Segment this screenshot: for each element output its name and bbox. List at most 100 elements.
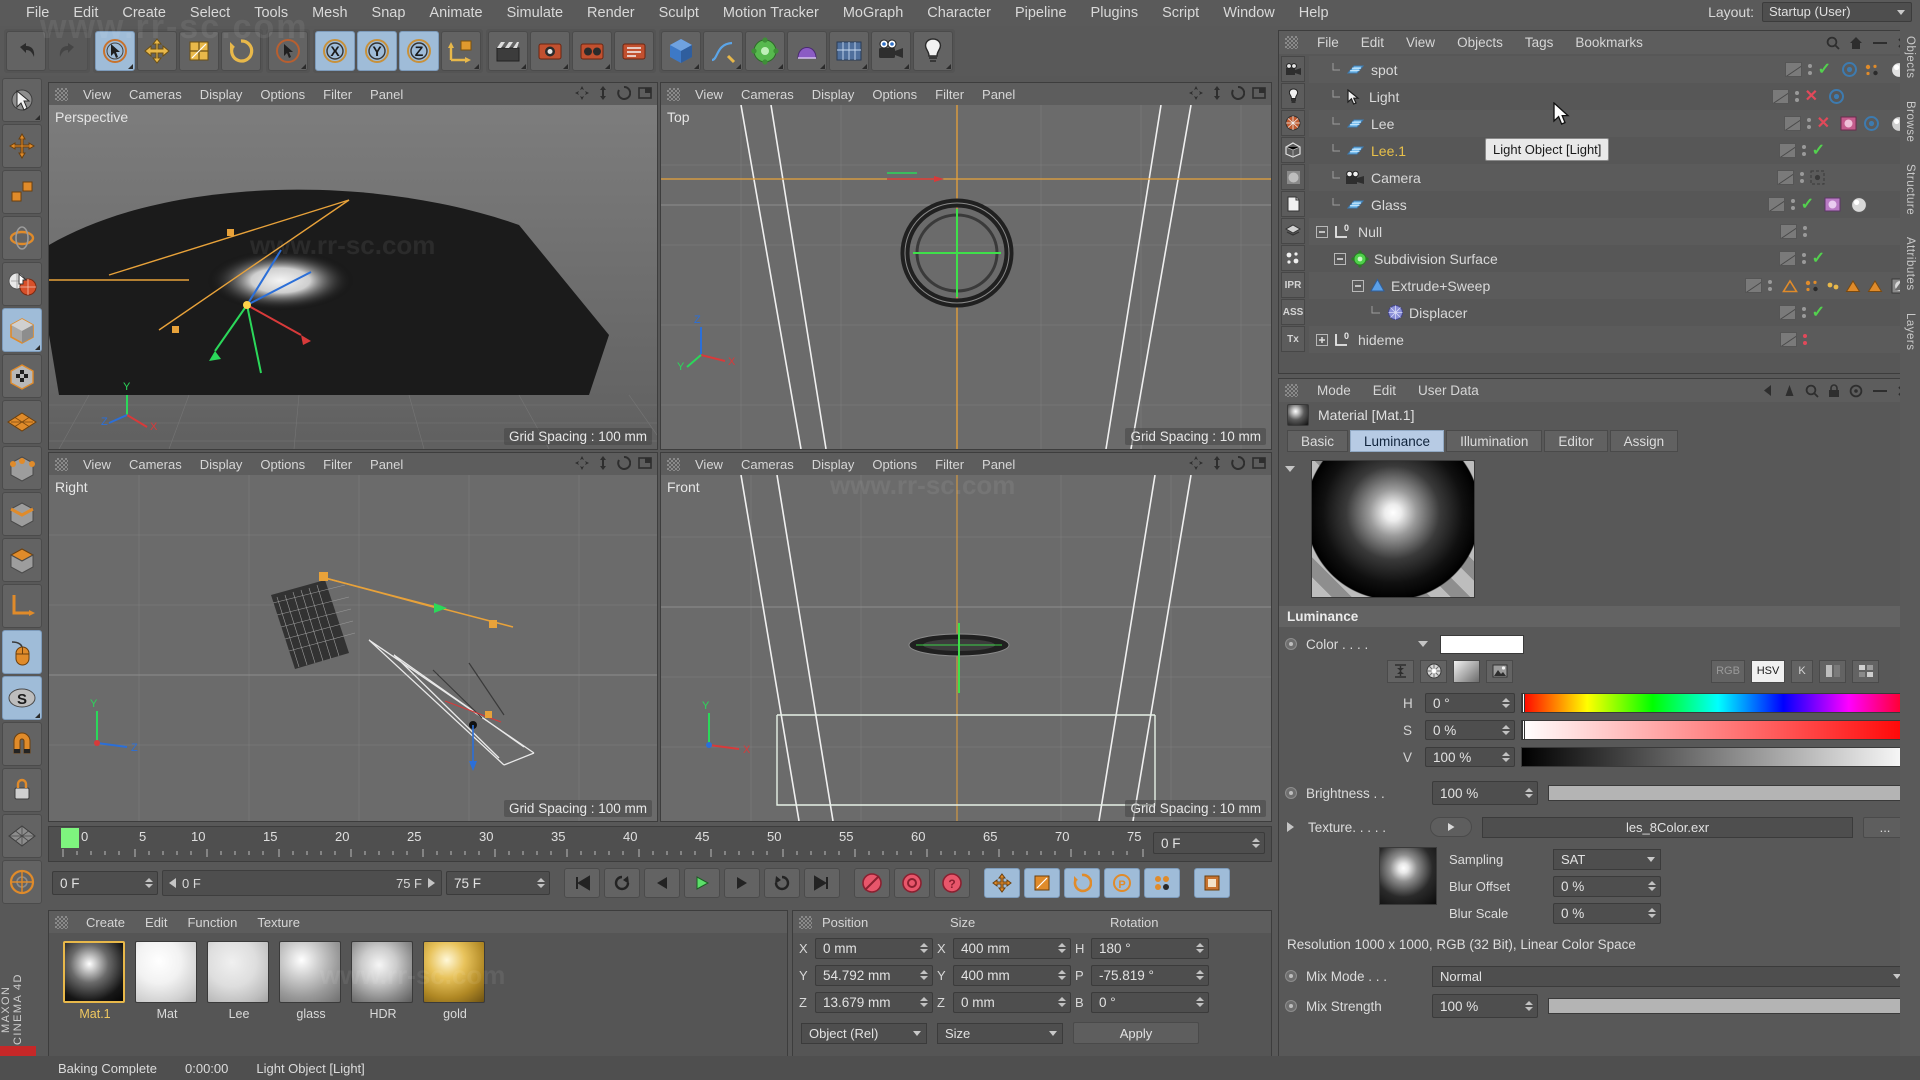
spinner-icon[interactable] (1196, 997, 1204, 1007)
material-menu-edit[interactable]: Edit (135, 915, 177, 930)
dot-tag-icon[interactable] (1826, 279, 1839, 292)
axis-y-icon[interactable]: Y (357, 31, 397, 71)
deformer-icon[interactable] (787, 31, 827, 71)
particle-icon[interactable] (1281, 245, 1305, 271)
object-row-light[interactable]: Light ✕ (1309, 83, 1913, 110)
layer-tag-icon[interactable] (1745, 278, 1762, 293)
panel-grip-icon[interactable] (799, 915, 812, 929)
vp-menu-display[interactable]: Display (803, 87, 864, 102)
vp-menu-options[interactable]: Options (863, 457, 926, 472)
attributes-menu-edit[interactable]: Edit (1362, 383, 1407, 398)
make-editable-icon[interactable] (2, 262, 42, 306)
texture-play-icon[interactable] (1430, 817, 1472, 837)
vp-menu-cameras[interactable]: Cameras (120, 87, 191, 102)
hue-field[interactable]: 0 ° (1425, 693, 1515, 713)
spinner-icon[interactable] (145, 878, 153, 888)
vp-menu-view[interactable]: View (74, 457, 120, 472)
edge-mode-icon[interactable] (2, 492, 42, 536)
search-icon[interactable] (1826, 36, 1840, 50)
light-icon[interactable] (913, 31, 953, 71)
panel-grip-icon[interactable] (1285, 36, 1298, 49)
scene-environment-icon[interactable] (829, 31, 869, 71)
vp-menu-cameras[interactable]: Cameras (732, 87, 803, 102)
target-tag-icon[interactable] (1828, 88, 1845, 105)
move-tool-icon[interactable] (2, 124, 42, 168)
vp-menu-filter[interactable]: Filter (314, 87, 361, 102)
mouse-icon[interactable] (2, 630, 42, 674)
attributes-menu-user-data[interactable]: User Data (1407, 383, 1490, 398)
mix-strength-field[interactable]: 100 % (1432, 994, 1538, 1018)
frame-end-field[interactable]: 75 F (446, 871, 550, 895)
material-tag-icon[interactable] (1840, 116, 1857, 131)
point-mode-icon[interactable] (2, 446, 42, 490)
layer-tag-icon[interactable] (1783, 116, 1801, 131)
move-icon[interactable] (137, 31, 177, 71)
object-menu-edit[interactable]: Edit (1350, 35, 1395, 50)
model-mode-icon[interactable] (2, 308, 42, 352)
attributes-menu-mode[interactable]: Mode (1306, 383, 1362, 398)
go-to-end-icon[interactable] (804, 868, 840, 898)
viewport-top[interactable]: View Cameras Display Options Filter Pane… (660, 82, 1272, 450)
color-expand-icon[interactable] (1418, 641, 1428, 647)
menu-item-tools[interactable]: Tools (242, 0, 300, 26)
eyedropper-range-icon[interactable] (1387, 659, 1414, 683)
layout-dropdown[interactable]: Startup (User) (1762, 2, 1912, 22)
menu-item-render[interactable]: Render (575, 0, 647, 26)
object-tree[interactable]: spot ✓ Light ✕ Lee ✕ Lee.1 ✓ Camera Glas… (1309, 56, 1913, 371)
material-menu-create[interactable]: Create (76, 915, 135, 930)
disable-x-icon[interactable]: ✕ (1805, 88, 1818, 105)
play-backwards-loop-icon[interactable] (604, 868, 640, 898)
vp-menu-view[interactable]: View (74, 87, 120, 102)
object-row-hideme[interactable]: 0 hideme (1309, 326, 1913, 353)
object-menu-file[interactable]: File (1306, 35, 1350, 50)
menu-item-motion-tracker[interactable]: Motion Tracker (711, 0, 831, 26)
layer-tag-icon[interactable] (1778, 251, 1796, 266)
position-x-field[interactable]: 0 mm (815, 937, 933, 959)
blur-scale-field[interactable]: 0 % (1553, 902, 1661, 924)
environment-icon[interactable] (1281, 137, 1305, 163)
menu-item-plugins[interactable]: Plugins (1079, 0, 1151, 26)
workplane-lock-icon[interactable] (2, 768, 42, 812)
sampling-dropdown[interactable]: SAT (1553, 848, 1661, 870)
object-row-spot[interactable]: spot ✓ (1309, 56, 1913, 83)
axis-x-icon[interactable]: X (315, 31, 355, 71)
timeline-icon[interactable] (1194, 868, 1230, 898)
tab-basic[interactable]: Basic (1287, 430, 1349, 452)
visibility-dots-icon[interactable] (1803, 226, 1807, 237)
timeline-current-frame-marker[interactable] (61, 828, 79, 848)
layer-tag-icon[interactable] (1778, 305, 1796, 320)
spinner-icon[interactable] (1502, 725, 1510, 735)
spinner-icon[interactable] (920, 970, 928, 980)
minimize-icon[interactable] (1872, 37, 1888, 49)
vp-menu-filter[interactable]: Filter (926, 457, 973, 472)
saturation-gradient-slider[interactable] (1521, 720, 1915, 740)
spinner-icon[interactable] (1648, 881, 1656, 891)
viewport-front-canvas[interactable]: Y X Front Grid Spacing : 10 mm (661, 474, 1271, 821)
saturation-slider-handle[interactable] (1522, 720, 1525, 740)
menu-item-character[interactable]: Character (915, 0, 1003, 26)
cube-primitive-icon[interactable] (661, 31, 701, 71)
rotation-key-icon[interactable] (1064, 868, 1100, 898)
polygon-face-mode-icon[interactable] (2, 538, 42, 582)
color-enable-radio[interactable] (1285, 638, 1297, 650)
spinner-icon[interactable] (1525, 788, 1533, 798)
search-icon[interactable] (1805, 384, 1819, 398)
timeline-frame-field[interactable]: 0 F (1153, 832, 1265, 854)
object-row-subdivision-surface[interactable]: Subdivision Surface ✓ (1309, 245, 1913, 272)
home-icon[interactable] (1849, 36, 1863, 50)
texture-expand-icon[interactable] (1287, 822, 1294, 832)
rail-tab-browse[interactable]: Browse (1904, 101, 1916, 142)
material-swatch-mat[interactable]: Mat (135, 941, 199, 1021)
panel-grip-icon[interactable] (1285, 384, 1298, 397)
world-axis-icon[interactable] (441, 31, 481, 71)
blur-offset-field[interactable]: 0 % (1553, 875, 1661, 897)
file-icon[interactable] (1281, 191, 1305, 217)
coordinate-system-dropdown[interactable]: Object (Rel) (801, 1022, 927, 1044)
material-tag-icon[interactable] (1824, 197, 1841, 212)
vp-menu-options[interactable]: Options (251, 457, 314, 472)
vp-menu-display[interactable]: Display (803, 457, 864, 472)
mix-strength-enable-radio[interactable] (1285, 1000, 1297, 1012)
rail-tab-layers[interactable]: Layers (1904, 313, 1916, 351)
hue-gradient-slider[interactable] (1521, 693, 1915, 713)
layer-tag-icon[interactable] (1780, 332, 1797, 347)
